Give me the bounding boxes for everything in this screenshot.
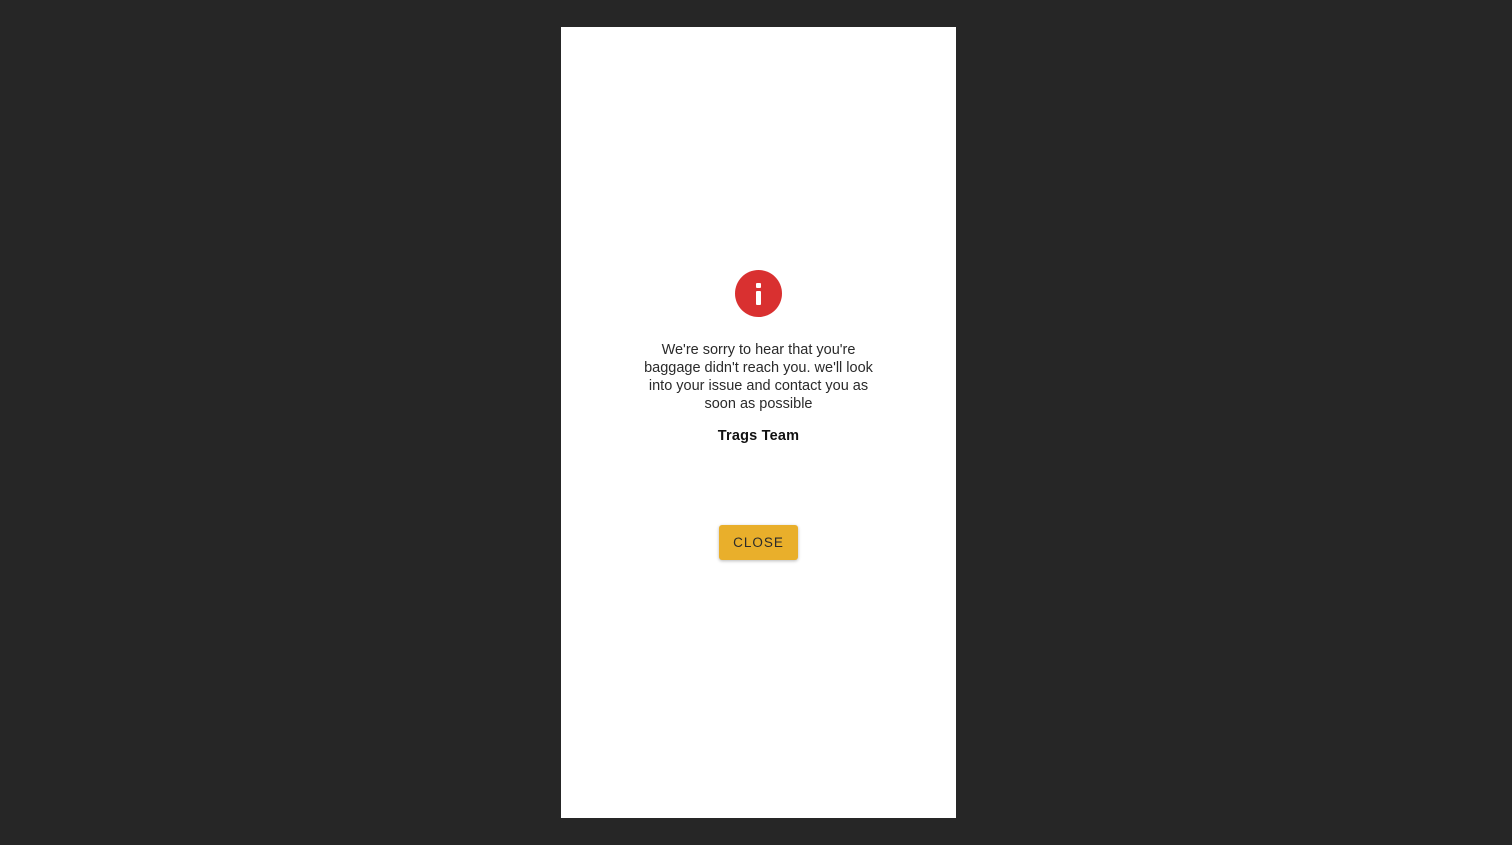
info-icon <box>735 270 782 317</box>
team-signature: Trags Team <box>717 428 800 444</box>
confirmation-message: We're sorry to hear that you're baggage … <box>644 342 873 412</box>
mobile-screen: We're sorry to hear that you're baggage … <box>561 27 956 818</box>
info-icon-dot <box>756 283 761 288</box>
close-button[interactable]: CLOSE <box>719 525 798 560</box>
info-icon-stem <box>756 291 761 305</box>
